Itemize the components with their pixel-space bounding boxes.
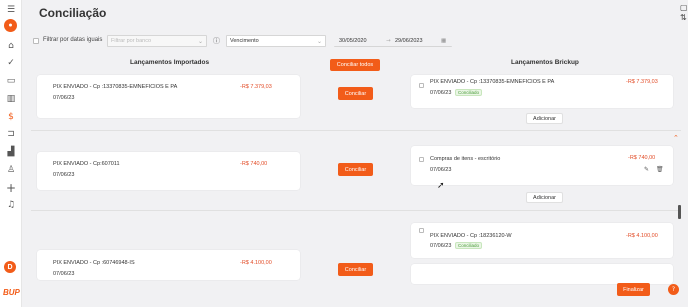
brickup-card[interactable]	[411, 264, 673, 284]
calendar-icon[interactable]: ▦	[441, 38, 446, 44]
conciliate-all-button[interactable]: Conciliar todos	[330, 59, 380, 71]
brickup-desc: PIX ENVIADO - Cp :18236120-W	[430, 233, 512, 239]
conciliate-button[interactable]: Conciliar	[338, 87, 373, 100]
date-type-select[interactable]: Vencimento ⌄	[226, 35, 326, 47]
avatar[interactable]: D	[4, 261, 16, 273]
imported-date: 07/06/23	[53, 172, 75, 178]
brickup-card[interactable]: PIX ENVIADO - Cp :18236120-W 07/06/23 Co…	[411, 223, 673, 258]
mouse-cursor-icon: ➚	[437, 181, 445, 191]
help-icon[interactable]: ?	[668, 284, 679, 295]
imported-card[interactable]: PIX ENVIADO - Cp :60746948-IS 07/06/23 -…	[37, 250, 300, 280]
plus-icon[interactable]: +	[5, 182, 17, 194]
date-arrow-icon: →	[386, 37, 391, 44]
row-checkbox[interactable]	[419, 157, 424, 162]
folder-icon[interactable]: ▭	[5, 75, 17, 87]
imported-card[interactable]: PIX ENVIADO - Cp:607011 07/06/23 -R$ 740…	[37, 152, 300, 190]
info-icon[interactable]: ⓘ	[213, 36, 220, 46]
same-dates-checkbox[interactable]	[33, 38, 39, 44]
chevron-down-icon: ⌄	[197, 38, 203, 45]
cart-icon[interactable]: ⊐	[5, 128, 17, 140]
imported-desc: PIX ENVIADO - Cp :13370835-EMNEFICIOS E …	[53, 84, 178, 90]
imported-card[interactable]: PIX ENVIADO - Cp :13370835-EMNEFICIOS E …	[37, 75, 300, 118]
menu-icon[interactable]: ☰	[5, 4, 17, 16]
status-badge: Conciliado	[455, 89, 483, 96]
imported-desc: PIX ENVIADO - Cp :60746948-IS	[53, 260, 135, 266]
brickup-date: 07/06/23	[430, 167, 452, 173]
finalize-button[interactable]: Finalizar	[617, 283, 650, 296]
imported-value: -R$ 4.100,00	[240, 260, 272, 266]
bank-filter-select[interactable]: Filtrar por banco ⌄	[107, 35, 207, 47]
brickup-header: Lançamentos Brickup	[511, 59, 579, 66]
imported-header: Lançamentos Importados	[130, 59, 210, 66]
imported-value: -R$ 740,00	[240, 161, 268, 167]
same-dates-label: Filtrar por datas iguais	[43, 37, 103, 43]
arrows-icon[interactable]: ⇅	[680, 13, 687, 22]
row-checkbox[interactable]	[419, 83, 424, 88]
date-range-picker[interactable]: 30/05/2020 → 29/06/2023 ▦	[334, 35, 452, 47]
brickup-date: 07/06/23	[430, 243, 452, 249]
status-badge: Conciliado	[455, 242, 483, 249]
conciliate-button[interactable]: Conciliar	[338, 163, 373, 176]
trash-icon[interactable]: 🗑	[656, 166, 664, 173]
sidebar: ☰ ● ⌂ ✓ ▭ ▥ $ ⊐ ▟ ♙ + ♫ D BUP	[0, 0, 22, 307]
brickup-value: -R$ 740,00	[628, 155, 656, 161]
bank-icon[interactable]: ⌂	[5, 40, 17, 52]
date-to[interactable]: 29/06/2023	[395, 38, 423, 44]
brickup-desc: Compras de itens - escritório	[430, 156, 501, 162]
brickup-desc: PIX ENVIADO - Cp :13370835-EMNEFICIOS E …	[430, 79, 555, 85]
barcode-icon[interactable]: ▥	[5, 93, 17, 105]
chat-icon[interactable]: ▢	[680, 3, 688, 12]
brickup-card[interactable]: PIX ENVIADO - Cp :13370835-EMNEFICIOS E …	[411, 75, 673, 108]
chart-icon[interactable]: ▟	[5, 146, 17, 158]
dollar-icon[interactable]: $	[5, 111, 17, 123]
brickup-card[interactable]: Compras de itens - escritório 07/06/23 -…	[411, 146, 673, 185]
add-button[interactable]: Adicionar	[526, 192, 563, 203]
imported-value: -R$ 7.379,03	[240, 84, 272, 90]
check-circle-icon[interactable]: ✓	[5, 57, 17, 69]
brickup-value: -R$ 4.100,00	[626, 233, 658, 239]
bell-icon[interactable]: ♫	[5, 199, 17, 211]
row-divider	[31, 210, 681, 211]
page-title: Conciliação	[39, 6, 107, 20]
brickup-value: -R$ 7.379,03	[626, 79, 658, 85]
brickup-date: 07/06/23	[430, 90, 452, 96]
conciliate-button[interactable]: Conciliar	[338, 263, 373, 276]
edit-icon[interactable]: ✎	[644, 166, 649, 173]
brand-logo: BUP	[3, 288, 20, 297]
date-from[interactable]: 30/05/2020	[339, 38, 367, 44]
chevron-down-icon: ⌄	[316, 38, 322, 45]
scrollbar[interactable]	[678, 205, 681, 219]
add-button[interactable]: Adicionar	[526, 113, 563, 124]
orange-logo-icon[interactable]: ●	[4, 19, 17, 32]
imported-desc: PIX ENVIADO - Cp:607011	[53, 161, 120, 167]
row-divider	[31, 130, 681, 131]
imported-date: 07/06/23	[53, 95, 75, 101]
user-icon[interactable]: ♙	[5, 164, 17, 176]
chevron-up-icon[interactable]: ⌃	[673, 134, 679, 142]
row-checkbox[interactable]	[419, 228, 424, 233]
imported-date: 07/06/23	[53, 271, 75, 277]
